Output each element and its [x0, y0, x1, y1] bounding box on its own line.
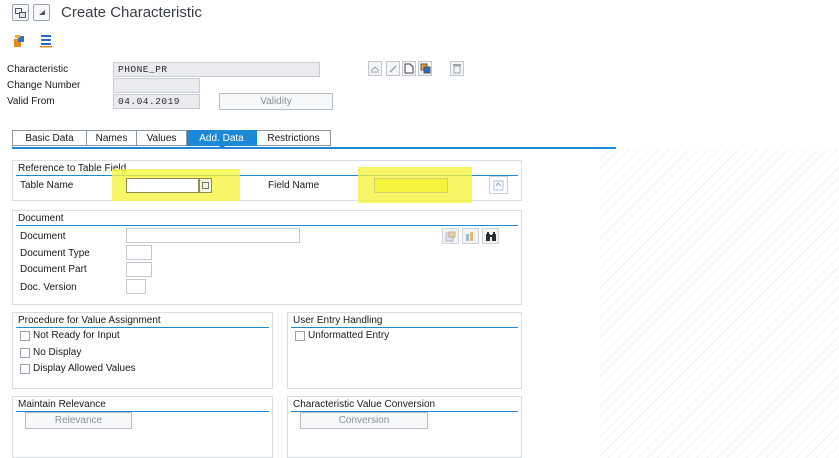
table-name-field[interactable] [126, 178, 199, 193]
display-allowed-label: Display Allowed Values [33, 363, 136, 374]
user-entry-group: User Entry Handling [287, 312, 522, 389]
create-icon[interactable] [402, 61, 416, 76]
doc-display-icon[interactable] [462, 228, 479, 244]
valid-from-label: Valid From [7, 96, 55, 107]
document-label: Document [20, 231, 66, 242]
unformatted-entry-label: Unformatted Entry [308, 330, 390, 341]
refresh-icon[interactable] [489, 176, 508, 194]
reference-group-title: Reference to Table Field [18, 163, 127, 174]
display-allowed-checkbox[interactable] [20, 364, 30, 374]
doc-create-icon[interactable] [442, 228, 459, 244]
relevance-group-title: Maintain Relevance [18, 399, 106, 410]
group-rule [291, 327, 518, 328]
dropdown-toggle-icon[interactable] [33, 4, 50, 21]
change-number-field[interactable] [113, 78, 200, 93]
field-name-field[interactable] [374, 178, 448, 193]
class-icon[interactable] [12, 33, 28, 49]
page-title: Create Characteristic [61, 4, 202, 21]
not-ready-label: Not Ready for Input [33, 330, 120, 341]
tab-basic-data[interactable]: Basic Data [12, 130, 87, 146]
table-name-label: Table Name [20, 180, 74, 191]
unformatted-entry-checkbox[interactable] [295, 331, 305, 341]
group-rule [16, 225, 518, 226]
tab-values[interactable]: Values [137, 130, 187, 146]
no-display-label: No Display [33, 347, 82, 358]
tab-restrictions[interactable]: Restrictions [257, 130, 331, 146]
tab-underline [12, 147, 616, 149]
no-display-checkbox[interactable] [20, 348, 30, 358]
system-menu-icon[interactable] [12, 4, 29, 21]
validity-button[interactable]: Validity [219, 93, 333, 110]
tab-caret-icon [218, 144, 226, 148]
background-pattern [600, 150, 839, 458]
list-icon[interactable] [38, 33, 54, 49]
tab-names[interactable]: Names [87, 130, 137, 146]
edit-icon[interactable] [386, 61, 400, 76]
user-entry-group-title: User Entry Handling [293, 315, 383, 326]
display-icon[interactable] [368, 61, 382, 76]
doc-version-field[interactable] [126, 279, 146, 294]
characteristic-label: Characteristic [7, 64, 69, 75]
field-name-label: Field Name [268, 180, 320, 191]
document-part-field[interactable] [126, 262, 152, 277]
tab-strip: Basic Data Names Values Add. Data Restri… [12, 130, 331, 146]
document-field[interactable] [126, 228, 300, 243]
delete-icon[interactable] [450, 61, 464, 76]
not-ready-checkbox[interactable] [20, 331, 30, 341]
document-type-field[interactable] [126, 245, 152, 260]
conversion-button[interactable]: Conversion [300, 412, 428, 429]
procedure-group-title: Procedure for Value Assignment [18, 315, 161, 326]
characteristic-field[interactable]: PHONE_PR [113, 62, 320, 77]
conversion-group-title: Characteristic Value Conversion [293, 399, 436, 410]
document-part-label: Document Part [20, 264, 87, 275]
relevance-button[interactable]: Relevance [25, 412, 132, 429]
document-type-label: Document Type [20, 248, 90, 259]
doc-version-label: Doc. Version [20, 282, 77, 293]
document-group-title: Document [18, 213, 64, 224]
valid-from-field[interactable]: 04.04.2019 [113, 94, 200, 109]
group-rule [16, 327, 269, 328]
copy-icon[interactable] [418, 61, 432, 76]
change-number-label: Change Number [7, 80, 81, 91]
binoculars-icon[interactable] [482, 228, 499, 244]
value-help-icon[interactable] [199, 178, 212, 193]
